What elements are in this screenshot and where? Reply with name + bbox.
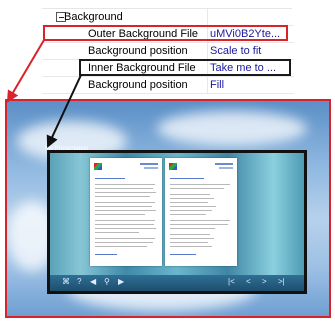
text-line <box>170 224 228 225</box>
text-line <box>170 254 196 255</box>
text-line <box>170 246 212 247</box>
text-line <box>170 220 230 221</box>
expand-icon[interactable]: ⌘ <box>62 277 70 287</box>
zoom-icon[interactable]: ⚲ <box>104 277 110 287</box>
text-line <box>170 242 208 243</box>
text-line <box>95 242 153 243</box>
property-name-cell: Background position <box>42 43 208 60</box>
text-line <box>170 228 215 229</box>
text-line <box>170 188 224 189</box>
page-header-line <box>140 163 158 165</box>
text-line <box>170 198 214 199</box>
property-row-outer-background-position[interactable]: Background position Scale to fit <box>42 43 294 60</box>
property-name: Outer Background File <box>88 28 199 40</box>
text-line <box>95 238 155 239</box>
text-line <box>170 184 230 185</box>
previous-page-icon[interactable]: < <box>246 277 251 287</box>
property-name: Inner Background File <box>88 62 196 74</box>
text-line <box>95 228 156 229</box>
property-value[interactable]: Take me to ... <box>208 60 294 77</box>
logo-icon <box>94 163 102 170</box>
text-line <box>170 206 216 207</box>
text-line <box>95 224 154 225</box>
property-row-inner-background-position[interactable]: Background position Fill <box>42 77 294 94</box>
property-value[interactable]: Fill <box>208 77 294 94</box>
flipbook-toolbar: ⌘ ? ◀ ⚲ ▶ |< < > >| <box>50 275 304 291</box>
text-line <box>170 234 210 235</box>
property-name: Background position <box>88 45 188 57</box>
text-line <box>170 178 204 179</box>
book-page-right[interactable] <box>165 158 237 266</box>
category-row-background[interactable]: Background <box>42 9 294 26</box>
text-line <box>170 194 210 195</box>
inner-background-preview: ⌘ ? ◀ ⚲ ▶ |< < > >| <box>47 150 307 294</box>
page-header-line <box>144 167 158 169</box>
property-row-outer-background-file[interactable]: Outer Background File uMVi0B2Yte... <box>42 26 294 43</box>
text-line <box>95 192 156 193</box>
text-line <box>95 184 155 185</box>
text-line <box>170 202 208 203</box>
property-name-cell: Background position <box>42 77 208 94</box>
property-value[interactable]: Scale to fit <box>208 43 294 60</box>
property-grid: Background Outer Background File uMVi0B2… <box>42 8 294 97</box>
category-cell: Background <box>42 9 208 26</box>
text-line <box>95 178 125 179</box>
next-page-icon[interactable]: > <box>262 277 267 287</box>
sound-icon[interactable]: ◀ <box>90 277 96 287</box>
text-line <box>95 202 155 203</box>
first-page-icon[interactable]: |< <box>228 277 235 287</box>
text-line <box>95 188 153 189</box>
page-header-line <box>215 163 233 165</box>
text-line <box>170 210 212 211</box>
property-row-inner-background-file[interactable]: Inner Background File Take me to ... <box>42 60 294 77</box>
text-line <box>95 196 150 197</box>
book-page-left[interactable] <box>90 158 162 266</box>
play-icon[interactable]: ▶ <box>118 277 124 287</box>
text-line <box>95 210 156 211</box>
cloud-shape <box>157 111 307 146</box>
text-line <box>95 206 152 207</box>
last-page-icon[interactable]: >| <box>278 277 285 287</box>
text-line <box>170 214 206 215</box>
logo-icon <box>169 163 177 170</box>
text-line <box>95 232 139 233</box>
outer-background-preview: My Presentation ⌘ ? ◀ ⚲ ▶ |< < > >| <box>5 99 331 318</box>
property-name-cell: Outer Background File <box>42 26 208 43</box>
category-label: Background <box>64 11 123 23</box>
property-value[interactable]: uMVi0B2Yte... <box>208 26 294 43</box>
property-name: Background position <box>88 79 188 91</box>
text-line <box>95 214 145 215</box>
property-name-cell: Inner Background File <box>42 60 208 77</box>
text-line <box>95 220 155 221</box>
help-icon[interactable]: ? <box>77 277 81 287</box>
category-value-cell <box>208 9 294 26</box>
outer-arrow <box>6 39 45 103</box>
text-line <box>95 254 117 255</box>
text-line <box>170 238 214 239</box>
page-header-line <box>219 167 233 169</box>
text-line <box>95 246 147 247</box>
